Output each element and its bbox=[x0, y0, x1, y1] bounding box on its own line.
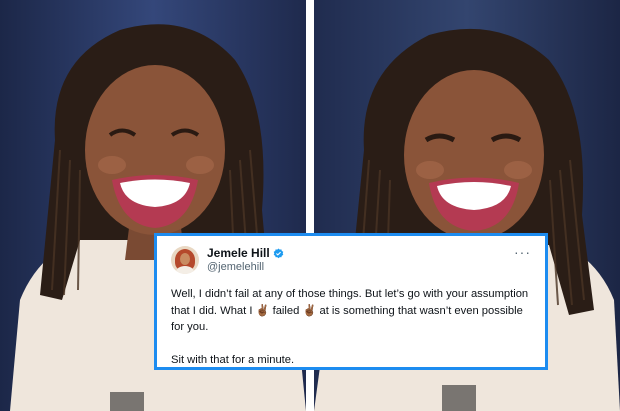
avatar[interactable] bbox=[171, 246, 199, 274]
verified-badge-icon bbox=[273, 248, 284, 258]
tweet-card[interactable]: Jemele Hill @jemelehill ··· Well, I didn… bbox=[154, 233, 548, 370]
tweet-author: Jemele Hill @jemelehill bbox=[207, 246, 284, 274]
user-handle[interactable]: @jemelehill bbox=[207, 260, 284, 274]
tweet-text: Well, I didn’t fail at any of those thin… bbox=[171, 286, 531, 369]
display-name[interactable]: Jemele Hill bbox=[207, 246, 270, 260]
tweet-header: Jemele Hill @jemelehill ··· bbox=[171, 245, 531, 284]
more-options-icon[interactable]: ··· bbox=[514, 245, 531, 259]
tweet-paragraph-2: Sit with that for a minute. bbox=[171, 354, 295, 366]
tweet-paragraph-1: Well, I didn’t fail at any of those thin… bbox=[171, 288, 529, 333]
